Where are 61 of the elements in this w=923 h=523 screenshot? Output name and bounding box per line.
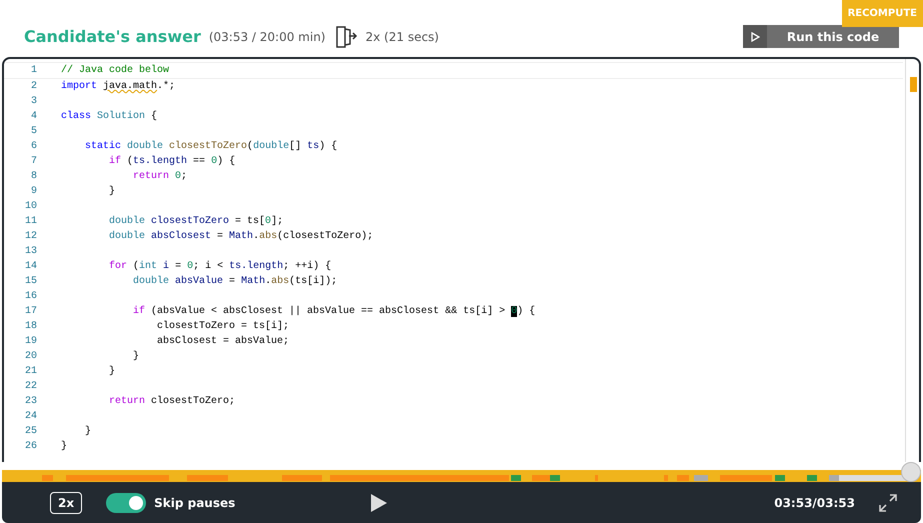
line-number: 15 (24, 275, 37, 289)
line-number: 1 (30, 64, 37, 78)
section-title: Candidate's answer (24, 26, 201, 48)
code-line: class Solution { (60, 110, 158, 124)
code-line: } (84, 424, 92, 439)
play-icon[interactable] (370, 492, 388, 512)
code-line: } (108, 364, 116, 379)
code-line: for (int i = 0; i < ts.length; ++i) { (108, 260, 332, 274)
run-code-button[interactable]: Run this code (743, 25, 899, 48)
line-number: 22 (24, 380, 37, 394)
line-number: 24 (24, 410, 37, 424)
line-number: 8 (30, 170, 37, 184)
line-number: 17 (24, 305, 37, 319)
line-number: 16 (24, 290, 37, 304)
code-line: return closestToZero; (108, 394, 236, 409)
code-line: double closestToZero = ts[0]; (108, 214, 284, 229)
line-number: 5 (30, 125, 37, 139)
timeline-thumb[interactable] (901, 462, 921, 482)
code-line: static double closestToZero(double[] ts) { (84, 140, 338, 154)
speed-info: 2x (21 secs) (366, 28, 439, 46)
line-number: 25 (24, 425, 37, 439)
duration-text: (03:53 / 20:00 min) (208, 28, 326, 46)
line-number: 23 (24, 395, 37, 409)
line-number: 11 (24, 215, 37, 229)
line-number: 4 (30, 110, 37, 124)
line-number: 9 (30, 185, 37, 199)
code-editor[interactable] (2, 57, 921, 462)
code-line: closestToZero = ts[i]; (156, 320, 290, 334)
line-number: 3 (30, 95, 37, 109)
line-number: 2 (30, 80, 37, 94)
speed-button[interactable]: 2x (50, 492, 82, 514)
code-line: import java.math.*; (60, 80, 176, 94)
timeline-track[interactable] (2, 462, 921, 482)
line-number: 20 (24, 350, 37, 364)
code-line: double absValue = Math.abs(ts[i]); (132, 274, 338, 289)
fullscreen-icon[interactable] (879, 494, 897, 512)
scroll-marker (910, 77, 917, 92)
play-icon (750, 32, 760, 42)
line-number: 6 (30, 140, 37, 154)
line-number: 21 (24, 365, 37, 379)
line-number: 12 (24, 230, 37, 244)
line-number: 10 (24, 200, 37, 214)
code-line: return 0; (132, 170, 188, 184)
code-line: absClosest = absValue; (156, 334, 290, 349)
code-line: } (108, 184, 116, 199)
code-line: if (absValue < absClosest || absValue == absClosest && ts[i] > 0) { (132, 304, 536, 319)
exit-door-icon (334, 24, 358, 48)
code-line: } (60, 440, 68, 454)
line-number: 19 (24, 335, 37, 349)
toggle-label: Skip pauses (154, 494, 236, 512)
line-number: 26 (24, 440, 37, 454)
line-number: 13 (24, 245, 37, 259)
line-number: 14 (24, 260, 37, 274)
skip-pauses-toggle[interactable] (106, 492, 146, 512)
line-number: 7 (30, 155, 37, 169)
code-line: double absClosest = Math.abs(closestToZero); (108, 230, 374, 244)
code-line: } (132, 350, 140, 364)
line-number: 18 (24, 320, 37, 334)
code-line: // Java code below (60, 64, 170, 78)
playback-time: 03:53/03:53 (774, 494, 855, 512)
code-line: if (ts.length == 0) { (108, 154, 236, 169)
